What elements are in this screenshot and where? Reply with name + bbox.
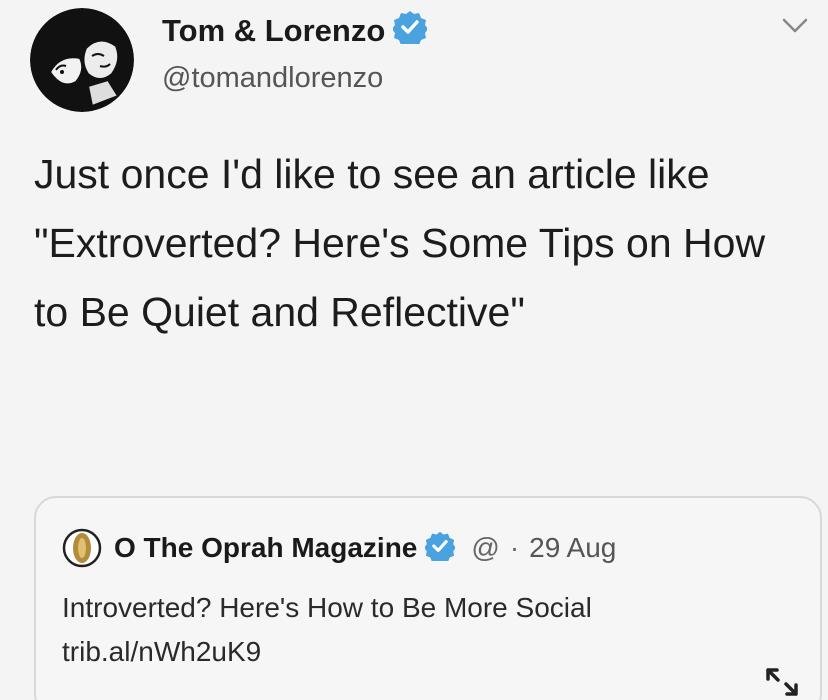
dot-separator: ·: [509, 532, 520, 563]
verified-badge-icon: [392, 10, 429, 52]
quoted-tweet-date[interactable]: 29 Aug: [529, 532, 616, 564]
quoted-tweet-header: O The Oprah Magazine @ · 29 Aug: [62, 528, 616, 568]
author-display-name[interactable]: Tom & Lorenzo: [162, 10, 429, 52]
quoted-author-name[interactable]: O The Oprah Magazine: [114, 532, 417, 564]
quoted-author-handle[interactable]: @: [471, 532, 499, 564]
cartoon-avatar-icon[interactable]: [30, 8, 134, 112]
author-handle[interactable]: @tomandlorenzo: [162, 62, 383, 95]
tweet-body-text: Just once I'd like to see an article lik…: [34, 151, 766, 335]
quoted-tweet-card[interactable]: O The Oprah Magazine @ · 29 Aug Introver…: [34, 496, 822, 700]
tweet-card: Tom & Lorenzo @tomandlorenzo Just once I…: [0, 0, 828, 700]
quoted-tweet-text: Introverted? Here's How to Be More Socia…: [62, 592, 592, 667]
chevron-down-icon[interactable]: [780, 10, 810, 40]
verified-badge-icon: [424, 531, 457, 566]
oprah-logo-icon[interactable]: [62, 528, 102, 568]
author-name-text: Tom & Lorenzo: [162, 13, 386, 48]
expand-arrows-icon[interactable]: [762, 664, 802, 700]
